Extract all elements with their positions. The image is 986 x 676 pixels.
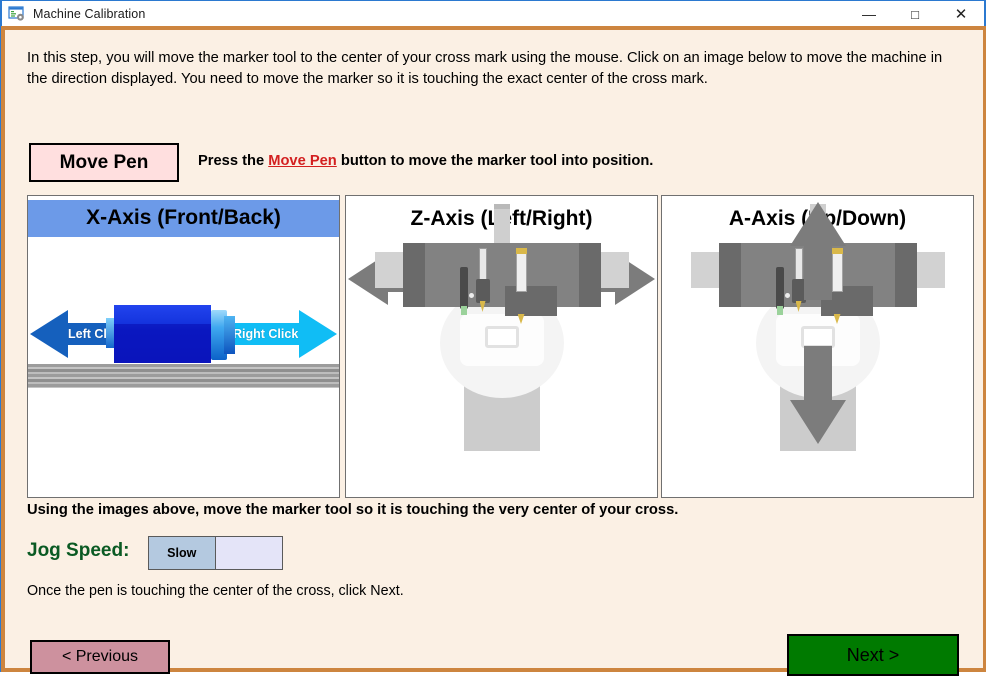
machine-right-wing: [600, 252, 629, 288]
machine-left-wing: [690, 252, 719, 288]
previous-button[interactable]: < Previous: [30, 640, 170, 674]
window-title: Machine Calibration: [33, 6, 146, 21]
machine-tool-spindle-block: [504, 286, 557, 316]
panel-z-axis[interactable]: Z-Axis (Left/Right): [345, 195, 658, 498]
axis-panels: X-Axis (Front/Back) Left Click Right Cli…: [27, 195, 974, 500]
x-axis-machine-body-highlight: [114, 305, 211, 324]
hint-after-text: button to move the marker tool into posi…: [336, 153, 654, 169]
machine-gantry-right-end: [894, 243, 917, 307]
x-axis-right-arrow[interactable]: Right Click: [219, 308, 337, 360]
hint-before-text: Press the: [198, 153, 269, 169]
machine-calibration-window: Machine Calibration — □ ✕ In this step, …: [0, 0, 986, 676]
machine-gantry: [402, 243, 601, 307]
panel-a-axis[interactable]: A-Axis (Up/Down): [661, 195, 974, 498]
machine-gantry-left-end: [402, 243, 425, 307]
machine-tool-marker-holder: [475, 279, 490, 303]
maximize-button[interactable]: □: [892, 1, 938, 27]
jog-speed-label: Jog Speed:: [27, 540, 130, 561]
title-bar: Machine Calibration — □ ✕: [1, 0, 985, 26]
machine-tool-spindle: [515, 248, 527, 292]
panel-x-axis-art: Left Click Right Click: [28, 196, 339, 449]
panel-a-axis-art: [662, 196, 973, 451]
close-button[interactable]: ✕: [938, 1, 984, 27]
machine-gantry-left-end: [718, 243, 741, 307]
machine-right-wing: [916, 252, 945, 288]
bold-instruction: Using the images above, move the marker …: [27, 502, 679, 518]
machine-mast: [493, 204, 510, 246]
machine-tool-spindle-cap: [515, 248, 527, 254]
form-gear-icon: [8, 5, 26, 23]
jog-speed-toggle[interactable]: Slow: [148, 536, 283, 570]
panel-z-axis-art: [346, 196, 657, 451]
machine-mast-cap: [493, 204, 510, 209]
x-axis-chuck-jaw: [224, 316, 235, 354]
next-step-note: Once the pen is touching the center of t…: [27, 583, 404, 599]
minimize-button[interactable]: —: [846, 1, 892, 27]
x-axis-rail: [28, 364, 339, 388]
machine-gantry-right-end: [578, 243, 601, 307]
machine-left-wing: [374, 252, 403, 288]
jog-speed-fast-option[interactable]: [215, 537, 282, 569]
x-axis-right-arrow-label: Right Click: [233, 327, 299, 341]
content-frame: In this step, you will move the marker t…: [1, 26, 986, 676]
machine-sensor-dot: [468, 293, 474, 298]
machine-tool-probe: [459, 267, 468, 309]
a-axis-arrows[interactable]: [788, 200, 848, 446]
intro-paragraph: In this step, you will move the marker t…: [27, 50, 943, 88]
machine-tool-probe-tip: [460, 306, 467, 315]
move-pen-inline-link[interactable]: Move Pen: [268, 153, 337, 169]
next-button[interactable]: Next >: [787, 634, 959, 676]
panel-x-axis[interactable]: X-Axis (Front/Back) Left Click Right Cli…: [27, 195, 340, 498]
machine-tool-probe-tip: [776, 306, 783, 315]
machine-tool-probe: [775, 267, 784, 309]
jog-speed-slow-option[interactable]: Slow: [149, 537, 216, 569]
window-controls: — □ ✕: [846, 1, 984, 27]
move-pen-button[interactable]: Move Pen: [29, 143, 179, 182]
move-pen-hint: Press the Move Pen button to move the ma…: [198, 153, 653, 169]
machine-disc-slot: [484, 326, 519, 348]
content-area: In this step, you will move the marker t…: [5, 30, 983, 676]
